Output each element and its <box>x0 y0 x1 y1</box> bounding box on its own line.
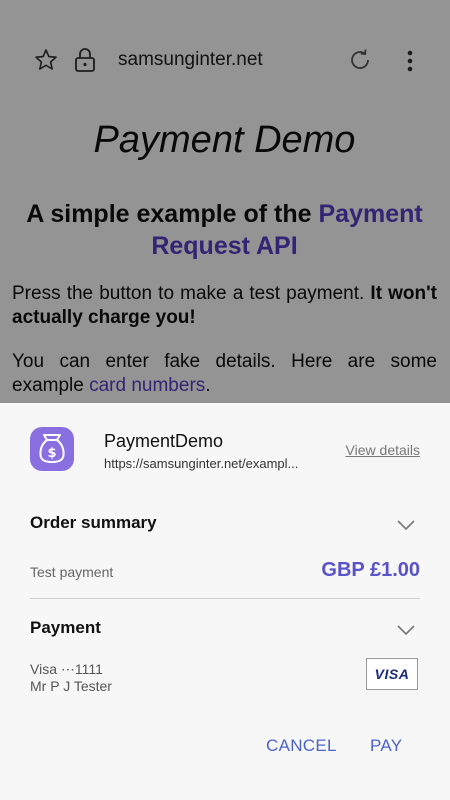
visa-card-logo: VISA <box>366 658 418 690</box>
order-item-label: Test payment <box>30 564 114 580</box>
payment-sheet: $ PaymentDemo https://samsunginter.net/e… <box>0 403 450 800</box>
card-number: Visa ⋯1111 <box>30 661 103 677</box>
cancel-button[interactable]: CANCEL <box>266 736 337 756</box>
chevron-down-icon[interactable] <box>394 618 418 642</box>
money-bag-icon: $ <box>39 434 65 463</box>
app-icon: $ <box>30 427 74 471</box>
view-details-link[interactable]: View details <box>346 442 420 458</box>
visa-logo-text: VISA <box>374 666 410 682</box>
pay-button[interactable]: PAY <box>370 736 402 756</box>
payment-title[interactable]: Payment <box>30 618 101 638</box>
order-total-amount: GBP £1.00 <box>321 559 420 581</box>
dim-overlay <box>0 0 450 403</box>
chevron-down-icon[interactable] <box>394 513 418 537</box>
svg-text:$: $ <box>47 446 56 461</box>
card-holder-name: Mr P J Tester <box>30 678 112 694</box>
merchant-name: PaymentDemo <box>104 431 224 451</box>
merchant-url: https://samsunginter.net/exampl... <box>104 456 299 471</box>
section-divider <box>30 598 420 599</box>
order-summary-title[interactable]: Order summary <box>30 513 157 533</box>
